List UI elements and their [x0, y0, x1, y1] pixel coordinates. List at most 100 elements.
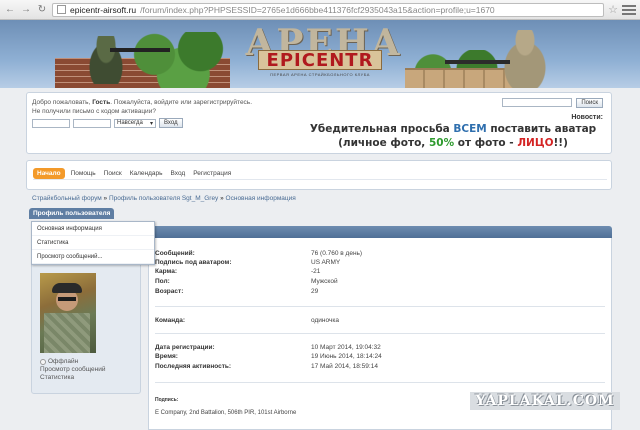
- detail-key: Сообщений:: [155, 250, 195, 257]
- forward-icon[interactable]: →: [20, 4, 32, 16]
- menu-item-home[interactable]: Начало: [33, 168, 65, 179]
- news-announcement: Убедительная просьба ВСЕМ поставить ават…: [303, 122, 603, 150]
- activation-link[interactable]: Не получили письмо с кодом активации?: [32, 107, 252, 116]
- login-form: Навсегда ▾ Вход: [32, 118, 183, 128]
- url-path: /forum/index.php?PHPSESSID=2765e1d666bbe…: [140, 4, 495, 15]
- section-divider: [155, 333, 605, 334]
- detail-key: Дата регистрации:: [155, 344, 215, 351]
- section-divider: [155, 306, 605, 307]
- detail-row: Время: 19 Июнь 2014, 18:14:24: [155, 353, 595, 360]
- detail-value: 29: [311, 288, 319, 295]
- news-percent: 50%: [428, 137, 455, 149]
- detail-row: Карма: -21: [155, 268, 595, 275]
- news-part: (личное фото,: [338, 137, 429, 149]
- news-part: !!): [553, 137, 568, 149]
- search-button[interactable]: Поиск: [576, 98, 603, 108]
- avatar-uniform: [44, 313, 90, 353]
- tab-profile[interactable]: Профиль пользователя: [29, 208, 115, 219]
- reload-icon[interactable]: ↻: [36, 4, 48, 16]
- session-length-select[interactable]: Навсегда ▾: [114, 118, 156, 128]
- foliage-graphic: [120, 32, 235, 88]
- rifle-graphic: [110, 48, 170, 52]
- menu-item-help[interactable]: Помощь: [69, 168, 98, 179]
- signature-text: E Company, 2nd Battalion, 506th PIR, 101…: [155, 410, 297, 416]
- menu-item-login[interactable]: Вход: [169, 168, 188, 179]
- login-button[interactable]: Вход: [159, 118, 183, 128]
- detail-key: Подпись под аватаром:: [155, 259, 232, 266]
- soldier-left-graphic: [85, 36, 127, 84]
- bookmark-star-icon[interactable]: ☆: [608, 3, 618, 16]
- online-status: Оффлайн: [40, 358, 78, 365]
- offline-status-icon: [40, 358, 46, 365]
- forum-banner: АРЕНА EPICENTR ПЕРВАЯ АРЕНА СТРАЙКБОЛЬНО…: [0, 20, 640, 88]
- main-menu: Начало Помощь Поиск Календарь Вход Регис…: [26, 160, 612, 190]
- detail-value: одиночка: [311, 317, 339, 324]
- menu-item-register[interactable]: Регистрация: [191, 168, 233, 179]
- profile-header-bar: [148, 226, 612, 238]
- rifle-graphic: [445, 60, 510, 64]
- detail-row: Подпись под аватаром: US ARMY: [155, 259, 595, 266]
- password-input[interactable]: [73, 118, 111, 128]
- breadcrumb-profile[interactable]: Профиль пользователя Sgt_M_Grey: [109, 195, 218, 202]
- menu-item-search[interactable]: Поиск: [102, 168, 124, 179]
- browser-menu-icon[interactable]: [622, 4, 636, 15]
- detail-row: Последняя активность: 17 Май 2014, 18:59:…: [155, 363, 595, 370]
- menu-divider: [33, 179, 607, 180]
- detail-key: Команда:: [155, 317, 186, 324]
- search-form: Поиск: [502, 98, 603, 108]
- menu-bar: Начало Помощь Поиск Календарь Вход Регис…: [33, 168, 233, 179]
- detail-row: Возраст: 29: [155, 288, 595, 295]
- detail-row: Сообщений: 76 (0.760 в день): [155, 250, 595, 257]
- yaplakal-watermark: YAPLAKAL.COM: [470, 392, 620, 410]
- detail-row: Пол: Мужской: [155, 278, 595, 285]
- breadcrumb-separator: »: [101, 195, 109, 202]
- detail-row: Дата регистрации: 10 Март 2014, 19:04:32: [155, 344, 595, 351]
- statistics-link[interactable]: Статистика: [40, 374, 74, 381]
- address-bar[interactable]: epicentr-airsoft.ru/forum/index.php?PHPS…: [52, 2, 605, 17]
- search-input[interactable]: [502, 98, 573, 107]
- detail-key: Карма:: [155, 268, 178, 275]
- news-title: Новости:: [571, 114, 603, 121]
- menu-item-calendar[interactable]: Календарь: [128, 168, 165, 179]
- profile-dropdown-menu: Основная информация Статистика Просмотр …: [31, 221, 155, 265]
- detail-value: 76 (0.760 в день): [311, 250, 363, 257]
- detail-key: Возраст:: [155, 288, 184, 295]
- url-host: epicentr-airsoft.ru: [70, 4, 137, 15]
- page-icon: [57, 5, 66, 14]
- dropdown-item-view-posts[interactable]: Просмотр сообщений...: [32, 250, 154, 264]
- welcome-text: Добро пожаловать, Гость. Пожалуйста, вой…: [32, 98, 252, 116]
- avatar: [40, 273, 96, 353]
- browser-toolbar: ← → ↻ epicentr-airsoft.ru/forum/index.ph…: [0, 0, 640, 20]
- news-part: от фото -: [454, 137, 518, 149]
- dropdown-item-summary[interactable]: Основная информация: [32, 222, 154, 236]
- news-face: ЛИЦО: [517, 137, 554, 149]
- welcome-guest: Гость: [92, 99, 111, 106]
- chevron-down-icon: ▾: [149, 120, 153, 127]
- breadcrumb-separator: »: [218, 195, 226, 202]
- dropdown-item-statistics[interactable]: Статистика: [32, 236, 154, 250]
- welcome-suffix[interactable]: . Пожалуйста, войдите или зарегистрируйт…: [110, 99, 252, 106]
- detail-key: Пол:: [155, 278, 170, 285]
- signature-label: Подпись:: [155, 397, 179, 403]
- detail-row: Команда: одиночка: [155, 317, 595, 324]
- back-icon[interactable]: ←: [4, 4, 16, 16]
- breadcrumb-info[interactable]: Основная информация: [226, 195, 296, 202]
- logo-subtitle: ПЕРВАЯ АРЕНА СТРАЙКБОЛЬНОГО КЛУБА: [270, 72, 370, 77]
- breadcrumb: Страйкбольный форум » Профиль пользовате…: [32, 195, 296, 202]
- detail-value: 19 Июнь 2014, 18:14:24: [311, 353, 382, 360]
- user-header-panel: Добро пожаловать, Гость. Пожалуйста, вой…: [26, 92, 612, 154]
- view-posts-link[interactable]: Просмотр сообщений: [40, 366, 106, 373]
- logo-epicentr[interactable]: EPICENTR: [258, 50, 382, 71]
- section-divider: [155, 382, 605, 383]
- detail-value: 10 Март 2014, 19:04:32: [311, 344, 381, 351]
- detail-key: Время:: [155, 353, 178, 360]
- news-emphasis: ВСЕМ: [453, 123, 487, 135]
- session-length-value: Навсегда: [117, 120, 143, 126]
- breadcrumb-forum[interactable]: Страйкбольный форум: [32, 195, 102, 202]
- detail-value: -21: [311, 268, 321, 275]
- status-label: Оффлайн: [48, 358, 79, 365]
- news-part: Убедительная просьба: [309, 123, 454, 135]
- username-input[interactable]: [32, 118, 70, 128]
- soldier-right-graphic: [495, 30, 555, 88]
- detail-value: US ARMY: [311, 259, 341, 266]
